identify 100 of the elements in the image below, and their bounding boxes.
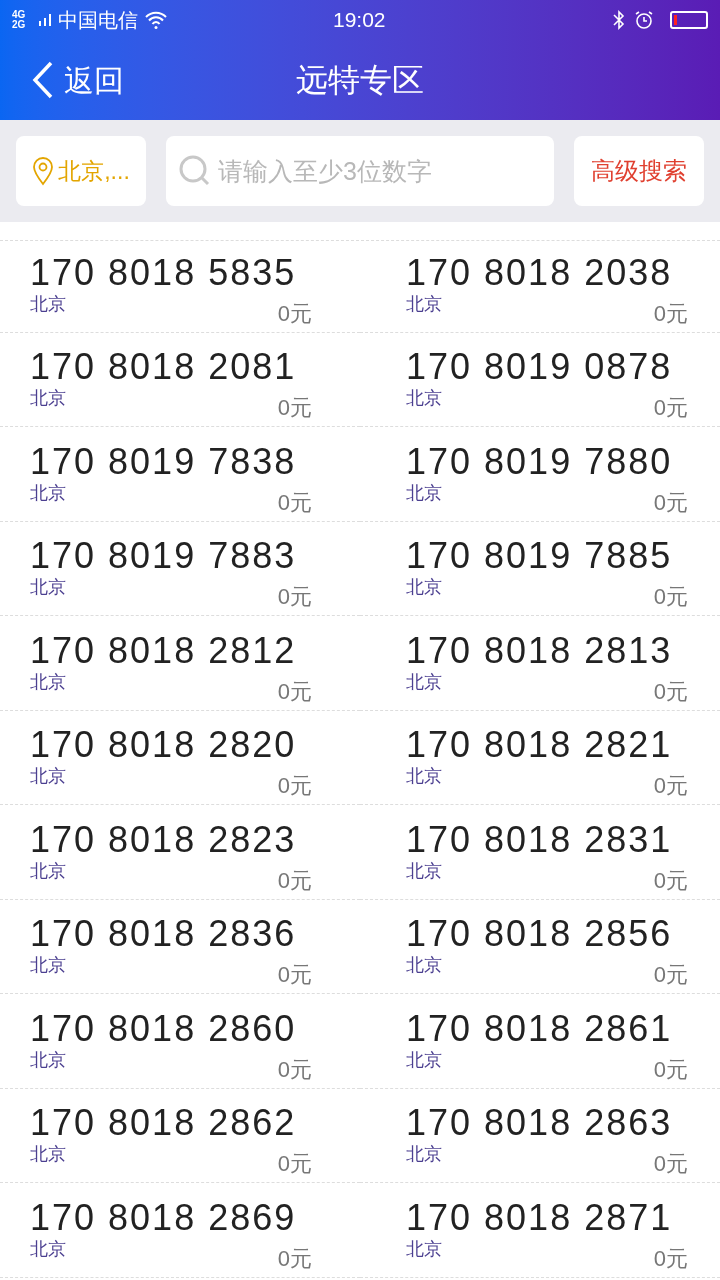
price-label: 0元 <box>277 1245 312 1272</box>
number-item[interactable]: 170 8018 2871 北京 0元 <box>360 1185 720 1278</box>
price-label: 0元 <box>277 678 312 705</box>
phone-number: 170 8018 2812 <box>30 630 298 671</box>
phone-number: 170 8019 0878 <box>406 347 674 388</box>
region-label: 北京 <box>406 481 442 504</box>
number-item[interactable]: 170 8018 2812 北京 0元 <box>0 618 360 711</box>
region-label: 北京 <box>406 576 442 599</box>
number-item[interactable]: 170 8019 7838 北京 0元 <box>0 429 360 522</box>
price-label: 0元 <box>277 773 312 800</box>
phone-number: 170 8018 2038 <box>406 253 674 293</box>
region-label: 北京 <box>30 293 66 315</box>
region-label: 北京 <box>406 293 442 315</box>
search-icon <box>178 154 212 188</box>
back-button[interactable]: 返回 <box>0 57 124 103</box>
phone-number: 170 8018 2860 <box>30 1008 298 1049</box>
phone-number: 170 8018 2871 <box>406 1197 674 1238</box>
bluetooth-icon <box>612 10 626 30</box>
signal-icon <box>38 13 52 27</box>
phone-number: 170 8018 2821 <box>406 725 674 766</box>
price-label: 0元 <box>653 962 688 989</box>
region-label: 北京 <box>30 1048 66 1071</box>
region-label: 北京 <box>30 670 66 693</box>
number-item[interactable]: 170 8018 2869 北京 0元 <box>0 1185 360 1278</box>
region-label: 北京 <box>30 765 66 788</box>
phone-number: 170 8018 2863 <box>406 1103 674 1144</box>
phone-number: 170 8018 2869 <box>30 1197 298 1238</box>
region-label: 北京 <box>406 387 442 410</box>
number-item[interactable]: 170 8019 7883 北京 0元 <box>0 524 360 617</box>
region-label: 北京 <box>406 859 442 882</box>
region-label: 北京 <box>30 954 66 977</box>
price-label: 0元 <box>653 301 688 327</box>
price-label: 0元 <box>653 773 688 800</box>
price-label: 0元 <box>653 489 688 516</box>
phone-number: 170 8018 5835 <box>30 253 298 293</box>
phone-number: 170 8018 2831 <box>406 819 674 860</box>
region-label: 北京 <box>30 1237 66 1260</box>
price-label: 0元 <box>277 867 312 894</box>
phone-number: 170 8018 2820 <box>30 725 298 766</box>
number-item[interactable]: 170 8018 2813 北京 0元 <box>360 618 720 711</box>
number-item[interactable]: 170 8018 2820 北京 0元 <box>0 713 360 806</box>
phone-number: 170 8019 7880 <box>406 441 674 482</box>
region-label: 北京 <box>30 1143 66 1166</box>
price-label: 0元 <box>277 1151 312 1178</box>
region-label: 北京 <box>406 765 442 788</box>
phone-number: 170 8018 2856 <box>406 914 674 955</box>
price-label: 0元 <box>277 1056 312 1083</box>
price-label: 0元 <box>277 962 312 989</box>
price-label: 0元 <box>653 678 688 705</box>
region-label: 北京 <box>30 576 66 599</box>
wifi-icon <box>144 10 168 30</box>
number-item[interactable]: 170 8018 2861 北京 0元 <box>360 996 720 1089</box>
number-item[interactable]: 170 8018 2860 北京 0元 <box>0 996 360 1089</box>
phone-number: 170 8018 2813 <box>406 630 674 671</box>
price-label: 0元 <box>653 1245 688 1272</box>
phone-number: 170 8018 2862 <box>30 1103 298 1144</box>
number-item[interactable]: 170 8018 5835 北京 0元 <box>0 241 360 333</box>
region-label: 北京 <box>406 1237 442 1260</box>
number-item[interactable]: 170 8018 2831 北京 0元 <box>360 807 720 900</box>
alarm-icon <box>634 10 654 30</box>
back-chevron-icon <box>32 61 54 99</box>
phone-number: 170 8018 2081 <box>30 347 298 388</box>
price-label: 0元 <box>653 1151 688 1178</box>
number-item[interactable]: 170 8018 2863 北京 0元 <box>360 1091 720 1184</box>
number-item[interactable]: 170 8018 2823 北京 0元 <box>0 807 360 900</box>
phone-number: 170 8019 7838 <box>30 441 298 482</box>
region-label: 北京 <box>406 670 442 693</box>
clock-time: 19:02 <box>333 7 386 34</box>
number-item[interactable]: 170 8019 0878 北京 0元 <box>360 335 720 428</box>
number-item[interactable]: 170 8018 2821 北京 0元 <box>360 713 720 806</box>
price-label: 0元 <box>653 395 688 422</box>
phone-number: 170 8019 7883 <box>30 536 298 577</box>
number-item[interactable]: 170 8018 2081 北京 0元 <box>0 335 360 428</box>
price-label: 0元 <box>653 867 688 894</box>
price-label: 0元 <box>653 584 688 611</box>
region-label: 北京 <box>30 859 66 882</box>
number-item[interactable]: 170 8019 7880 北京 0元 <box>360 429 720 522</box>
number-item[interactable]: 170 8018 2856 北京 0元 <box>360 902 720 995</box>
region-label: 北京 <box>30 387 66 410</box>
price-label: 0元 <box>277 489 312 516</box>
phone-number: 170 8018 2861 <box>406 1008 674 1049</box>
phone-number: 170 8018 2823 <box>30 819 298 860</box>
page-title: 远特专区 <box>296 61 424 100</box>
network-indicator: 4G 2G <box>12 10 27 30</box>
price-label: 0元 <box>277 584 312 611</box>
phone-number: 170 8019 7885 <box>406 536 674 577</box>
number-item[interactable]: 170 8018 2038 北京 0元 <box>360 241 720 333</box>
price-label: 0元 <box>277 395 312 422</box>
price-label: 0元 <box>653 1056 688 1083</box>
price-label: 0元 <box>277 301 312 327</box>
battery-icon <box>670 11 708 29</box>
number-item[interactable]: 170 8018 2862 北京 0元 <box>0 1091 360 1184</box>
number-item[interactable]: 170 8018 2836 北京 0元 <box>0 902 360 995</box>
number-item[interactable]: 170 8019 7885 北京 0元 <box>360 524 720 617</box>
carrier-name: 中国电信 <box>58 8 138 33</box>
phone-number: 170 8018 2836 <box>30 914 298 955</box>
search-field[interactable]: 请输入至少3位数字 <box>166 136 554 206</box>
location-pin-icon <box>32 156 55 186</box>
region-label: 北京 <box>30 481 66 504</box>
advanced-search-button[interactable]: 高级搜索 <box>574 136 704 206</box>
